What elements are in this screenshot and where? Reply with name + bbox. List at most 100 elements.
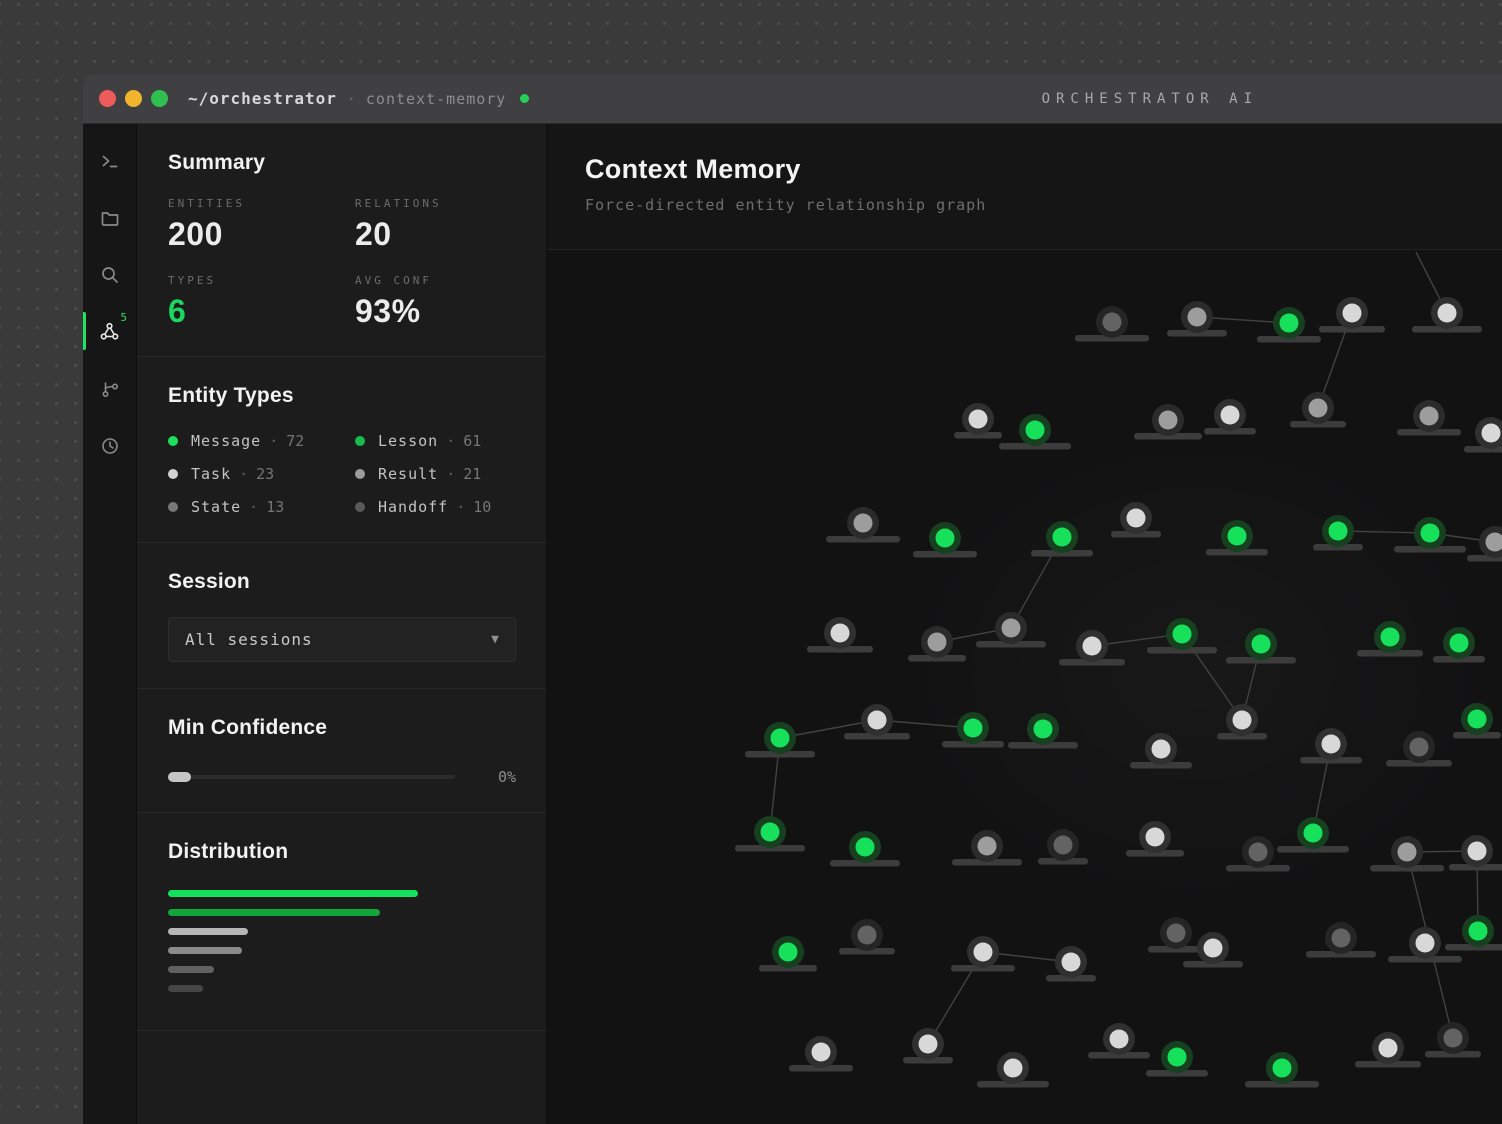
distribution-bar	[168, 890, 418, 897]
node-core	[1159, 411, 1178, 430]
graph-node[interactable]	[1245, 1052, 1319, 1088]
graph-node[interactable]	[1357, 621, 1423, 657]
node-core	[856, 838, 875, 857]
graph-node[interactable]	[1313, 515, 1363, 551]
graph-node[interactable]	[1290, 392, 1346, 428]
graph-node[interactable]	[1111, 502, 1161, 538]
graph-node[interactable]	[1445, 915, 1502, 951]
graph-node[interactable]	[1449, 835, 1502, 871]
node-core	[1332, 929, 1351, 948]
node-core	[1083, 637, 1102, 656]
graph-node[interactable]	[1217, 704, 1267, 740]
legend-dot	[168, 469, 178, 479]
graph-node[interactable]	[1130, 733, 1192, 769]
session-select[interactable]: All sessions ▼	[168, 617, 516, 662]
graph-node[interactable]	[1147, 618, 1217, 654]
rail-item-terminal[interactable]	[83, 132, 136, 189]
graph-node[interactable]	[1425, 1022, 1481, 1058]
node-core	[1444, 1029, 1463, 1048]
graph-node[interactable]	[977, 1052, 1049, 1088]
rail-item-history[interactable]	[83, 417, 136, 474]
main-header: Context Memory Force-directed entity rel…	[547, 124, 1502, 250]
graph-node[interactable]	[1059, 630, 1125, 666]
min-confidence-slider[interactable]	[168, 775, 455, 779]
graph-node[interactable]	[913, 522, 977, 558]
node-core	[1167, 924, 1186, 943]
legend-item-lesson[interactable]: Lesson · 61	[355, 432, 516, 450]
distribution-bar	[168, 947, 242, 954]
close-window-button[interactable]	[99, 90, 116, 107]
node-core	[974, 943, 993, 962]
graph-node[interactable]	[1453, 703, 1501, 739]
node-core	[1034, 720, 1053, 739]
graph-node[interactable]	[1148, 917, 1204, 953]
graph-node[interactable]	[1046, 946, 1096, 982]
graph-node[interactable]	[1394, 517, 1466, 553]
graph-node[interactable]	[976, 612, 1046, 648]
graph-node[interactable]	[1467, 526, 1502, 562]
graph-canvas[interactable]	[547, 250, 1502, 1124]
legend-item-result[interactable]: Result · 21	[355, 465, 516, 483]
graph-node[interactable]	[1300, 728, 1362, 764]
rail-item-graph[interactable]: 5	[83, 303, 136, 360]
legend-item-handoff[interactable]: Handoff · 10	[355, 498, 516, 516]
graph-node[interactable]	[1126, 821, 1184, 857]
legend-item-state[interactable]: State · 13	[168, 498, 355, 516]
graph-node[interactable]	[830, 831, 900, 867]
node-core	[1249, 843, 1268, 862]
rail-item-branch[interactable]	[83, 360, 136, 417]
graph-node[interactable]	[1008, 713, 1078, 749]
graph-node[interactable]	[1206, 520, 1268, 556]
graph-node[interactable]	[954, 403, 1002, 439]
graph-node[interactable]	[1464, 417, 1502, 453]
graph-node[interactable]	[807, 617, 873, 653]
rail-item-files[interactable]	[83, 189, 136, 246]
graph-node[interactable]	[1075, 306, 1149, 342]
node-core	[1103, 313, 1122, 332]
graph-node[interactable]	[1306, 922, 1376, 958]
graph-node[interactable]	[903, 1028, 953, 1064]
app-window: ~/orchestrator · context-memory ORCHESTR…	[83, 74, 1502, 1124]
graph-node[interactable]	[1319, 297, 1385, 333]
graph-node[interactable]	[999, 414, 1071, 450]
graph-node[interactable]	[735, 816, 805, 852]
graph-node[interactable]	[1134, 404, 1202, 440]
graph-node[interactable]	[1355, 1032, 1421, 1068]
titlebar-path: ~/orchestrator	[188, 89, 337, 108]
graph-node[interactable]	[908, 626, 966, 662]
node-core	[1309, 399, 1328, 418]
graph-node[interactable]	[952, 830, 1022, 866]
graph-node[interactable]	[1397, 400, 1461, 436]
terminal-icon	[100, 151, 120, 171]
graph-node[interactable]	[1412, 297, 1482, 333]
graph-node[interactable]	[839, 919, 895, 955]
graph-node[interactable]	[1370, 836, 1444, 872]
legend-item-message[interactable]: Message · 72	[168, 432, 355, 450]
node-core	[1381, 628, 1400, 647]
graph-node[interactable]	[826, 507, 900, 543]
slider-thumb[interactable]	[168, 772, 191, 782]
graph-node[interactable]	[1088, 1023, 1150, 1059]
node-core	[1228, 527, 1247, 546]
node-core	[1053, 528, 1072, 547]
graph-node[interactable]	[745, 722, 815, 758]
graph-node[interactable]	[951, 936, 1015, 972]
graph-node[interactable]	[1386, 731, 1452, 767]
graph-node[interactable]	[942, 712, 1004, 748]
main-area: Context Memory Force-directed entity rel…	[547, 124, 1502, 1124]
graph-node[interactable]	[1257, 307, 1321, 343]
graph-node[interactable]	[1277, 817, 1349, 853]
graph-node[interactable]	[1031, 521, 1093, 557]
legend-item-task[interactable]: Task · 23	[168, 465, 355, 483]
maximize-window-button[interactable]	[151, 90, 168, 107]
graph-node[interactable]	[1433, 627, 1485, 663]
minimize-window-button[interactable]	[125, 90, 142, 107]
graph-node[interactable]	[1038, 829, 1088, 865]
rail-item-search[interactable]	[83, 246, 136, 303]
graph-node[interactable]	[759, 936, 817, 972]
graph-node[interactable]	[1204, 399, 1256, 435]
graph-node[interactable]	[789, 1036, 853, 1072]
graph-node[interactable]	[1146, 1041, 1208, 1077]
graph-node[interactable]	[1226, 628, 1296, 664]
graph-node[interactable]	[1226, 836, 1290, 872]
